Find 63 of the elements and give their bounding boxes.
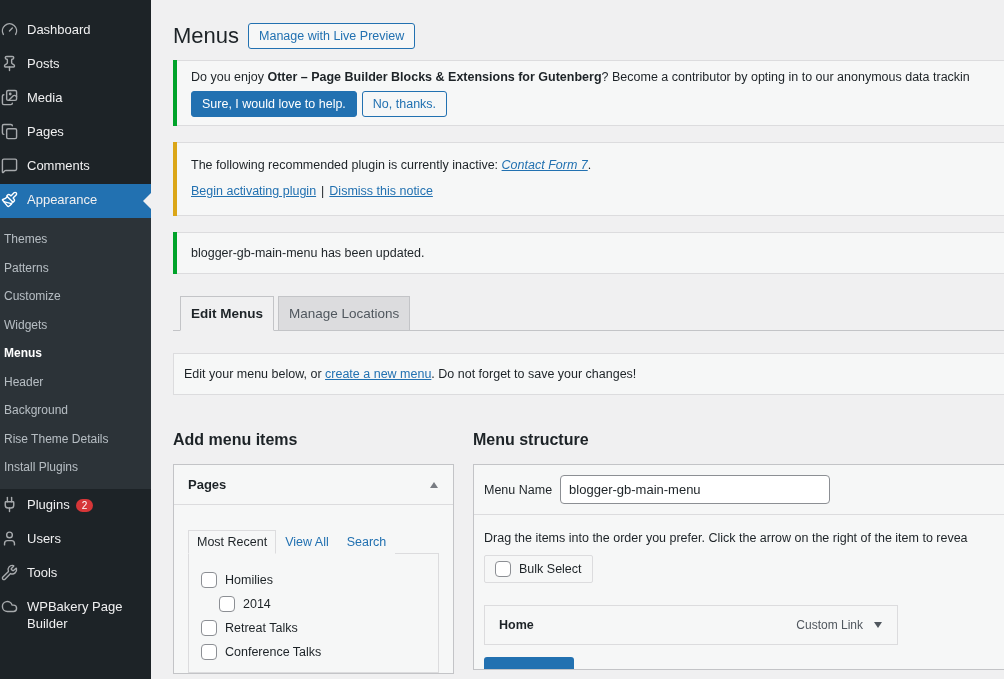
panel-title: Pages	[188, 477, 227, 492]
checkbox[interactable]	[201, 644, 217, 660]
separator: |	[321, 184, 325, 198]
page-title: Menus	[173, 23, 240, 49]
submenu-item[interactable]: Install Plugins	[0, 453, 151, 482]
menu-name-field[interactable]: blogger-gb-main-menu	[560, 475, 831, 504]
submenu-item[interactable]: Customize	[0, 282, 151, 311]
notice-text: Do you enjoy Otter – Page Builder Blocks & Extensions for Gutenberg? Become a contributor by opting in to our anonymous data trackin	[191, 69, 970, 86]
sidebar-item[interactable]: WPBakery Page Builder	[0, 590, 151, 639]
menu-item[interactable]: Home Custom Link	[484, 605, 898, 645]
submenu-item[interactable]: Menus	[0, 339, 151, 368]
item-title: Home	[499, 618, 535, 632]
checkbox[interactable]	[201, 620, 217, 636]
speech-bubble-icon	[0, 157, 19, 174]
section-heading: Menu structure	[473, 431, 590, 449]
pages-icon	[0, 123, 19, 140]
checkbox[interactable]	[495, 561, 511, 577]
field-label: Menu Name	[484, 482, 553, 497]
expand-icon[interactable]	[873, 621, 883, 629]
paintbrush-icon	[0, 191, 19, 208]
page-label: Conference Talks	[225, 645, 322, 659]
sidebar-item[interactable]: Media	[0, 82, 151, 116]
sidebar-item[interactable]: Dashboard	[0, 14, 151, 48]
description-text: Edit your menu below, or create a new menu. Do not forget to save your changes!	[173, 353, 1004, 395]
sidebar-item[interactable]: Appearance	[0, 184, 151, 218]
item-type: Custom Link	[796, 618, 863, 632]
section-heading: Add menu items	[173, 431, 299, 449]
accept-button[interactable]: Sure, I would love to help.	[191, 91, 357, 117]
submenu-item[interactable]: Rise Theme Details	[0, 424, 151, 453]
notice-text: The following recommended plugin is currently inactive: Contact Form 7.	[191, 157, 592, 174]
tab[interactable]: Edit Menus	[180, 296, 274, 331]
page-label: Retreat Talks	[225, 621, 298, 635]
submenu-item[interactable]: Patterns	[0, 253, 151, 282]
gauge-icon	[0, 21, 19, 38]
live-preview-button[interactable]: Manage with Live Preview	[248, 23, 416, 49]
plugin-link[interactable]: Contact Form 7	[501, 158, 588, 172]
sidebar-item[interactable]: Pages	[0, 116, 151, 150]
submenu-item[interactable]: Widgets	[0, 310, 151, 339]
bulk-select-button[interactable]: Bulk Select	[484, 555, 593, 583]
current-pointer-icon	[143, 193, 151, 209]
submenu-item[interactable]: Themes	[0, 225, 151, 254]
hint-text: Drag the items into the order you prefer. Click the arrow on the right of the item to revea	[483, 530, 969, 547]
checkbox[interactable]	[201, 572, 217, 588]
checkbox[interactable]	[219, 596, 235, 612]
submenu-item[interactable]: Background	[0, 396, 151, 425]
sidebar-item[interactable]: Users	[0, 522, 151, 557]
count-badge: 2	[75, 498, 94, 512]
notice-text: blogger-gb-main-menu has been updated.	[191, 245, 425, 262]
decline-button[interactable]: No, thanks.	[361, 91, 448, 117]
wrench-icon	[0, 563, 19, 581]
images-icon	[0, 89, 19, 106]
notice-link[interactable]: Dismiss this notice	[329, 184, 433, 198]
submenu-item[interactable]: Header	[0, 367, 151, 396]
sidebar-item[interactable]: Comments	[0, 150, 151, 184]
tab[interactable]: Manage Locations	[278, 296, 411, 331]
collapse-icon[interactable]	[429, 480, 439, 489]
sidebar-item[interactable]: Plugins 2	[0, 488, 151, 523]
page-label: 2014	[243, 597, 271, 611]
panel-tab[interactable]: Most Recent	[188, 530, 277, 554]
sidebar-item[interactable]: Posts	[0, 48, 151, 82]
sidebar-item[interactable]: Tools	[0, 556, 151, 591]
notice-link[interactable]: Begin activating plugin	[191, 184, 317, 198]
page-label: Homilies	[225, 573, 273, 587]
